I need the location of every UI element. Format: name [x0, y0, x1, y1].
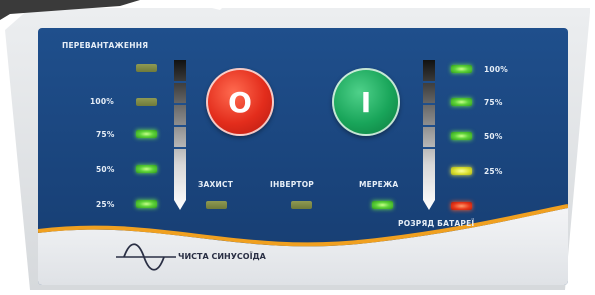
load-led-50: [136, 165, 157, 173]
battery-led-50: [451, 132, 472, 140]
overload-title: ПЕРЕВАНТАЖЕННЯ: [62, 41, 149, 50]
battery-level-100-label: 100%: [484, 65, 508, 74]
load-led-100: [136, 98, 157, 106]
load-level-25-label: 25%: [96, 200, 115, 209]
load-level-100-label: 100%: [90, 97, 114, 106]
battery-led-75: [451, 98, 472, 106]
mains-led: [372, 201, 393, 209]
inverter-led: [291, 201, 312, 209]
battery-led-100: [451, 65, 472, 73]
battery-level-25-label: 25%: [484, 167, 503, 176]
battery-discharge-led: [451, 202, 472, 210]
battery-level-bar: [423, 60, 435, 210]
load-level-50-label: 50%: [96, 165, 115, 174]
protection-label: ЗАХИСТ: [198, 180, 234, 189]
control-panel: ПЕРЕВАНТАЖЕННЯ 100% 75% 50% 25% O I ЗАХИ…: [38, 28, 568, 285]
pure-sine-label: ЧИСТА СИНУСОЇДА: [178, 252, 266, 261]
battery-level-75-label: 75%: [484, 98, 503, 107]
load-led-25: [136, 200, 157, 208]
load-led-75: [136, 130, 157, 138]
load-level-75-label: 75%: [96, 130, 115, 139]
protection-led: [206, 201, 227, 209]
battery-led-25: [451, 167, 472, 175]
overload-led: [136, 64, 157, 72]
load-level-bar: [174, 60, 186, 210]
power-on-button[interactable]: I: [332, 68, 400, 136]
battery-level-50-label: 50%: [484, 132, 503, 141]
power-on-symbol: I: [360, 85, 372, 119]
inverter-label: ІНВЕРТОР: [270, 180, 314, 189]
power-off-symbol: O: [228, 85, 252, 119]
power-off-button[interactable]: O: [206, 68, 274, 136]
mains-label: МЕРЕЖА: [359, 180, 399, 189]
battery-discharge-label: РОЗРЯД БАТАРЕЇ: [398, 219, 475, 228]
sine-wave-icon: [116, 243, 176, 271]
